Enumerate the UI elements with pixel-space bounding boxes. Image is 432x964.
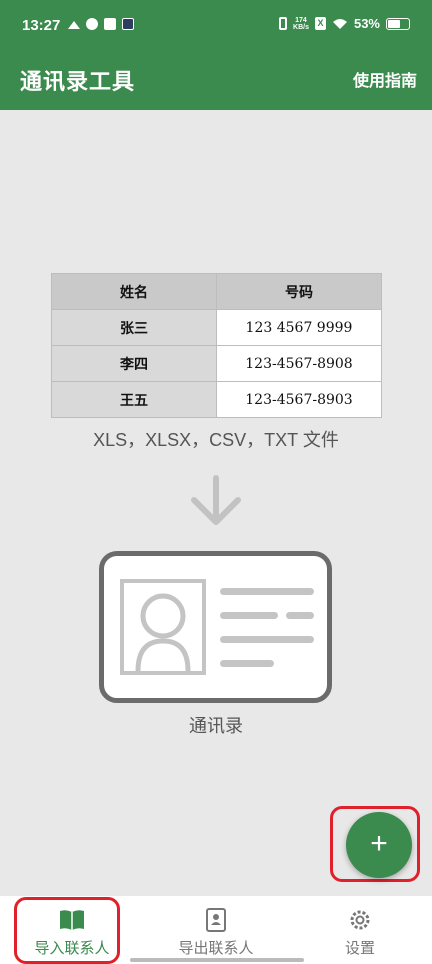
crown-icon [68,21,80,29]
nav-label: 导出联系人 [178,940,254,957]
message-icon [104,18,116,30]
battery-icon [386,17,410,30]
sample-contacts-table: 姓名 号码 张三 123 4567 9999 李四 123-4567-8908 … [51,273,382,418]
card-text-line [286,612,314,619]
wifi-icon [332,18,347,29]
add-button[interactable]: + [346,812,412,878]
home-indicator [130,958,304,962]
sim-status-icon: X [314,17,326,30]
notification-icons [68,18,134,30]
cell-phone: 123-4567-8903 [216,381,382,418]
nav-item-settings[interactable]: 设置 [288,896,432,964]
leaf-app-icon [86,18,98,30]
usage-guide-link[interactable]: 使用指南 [353,67,417,91]
column-header-name: 姓名 [51,273,217,310]
table-row: 王五 123-4567-8903 [51,381,382,418]
nav-item-export-contacts[interactable]: 导出联系人 [144,896,288,964]
page-title: 通讯录工具 [20,69,136,94]
nav-label: 设置 [344,940,375,957]
card-text-line [220,588,314,595]
cell-name: 王五 [51,381,217,418]
battery-percent: 53% [353,16,380,31]
status-bar: 13:27 174 KB/s X 53% [0,0,432,50]
person-photo-icon [120,579,206,675]
contact-book-icon [206,908,226,932]
contact-card-illustration [99,551,332,703]
arrow-down-icon [191,475,241,525]
person-icon [135,593,191,672]
net-speed: 174 KB/s [293,16,309,31]
supported-formats-caption: XLS，XLSX，CSV，TXT 文件 [93,430,339,450]
cell-phone: 123 4567 9999 [216,309,382,346]
card-text-line [220,612,278,619]
status-time: 13:27 [22,17,61,34]
status-right: 174 KB/s X 53% [279,16,410,31]
nav-highlight-outline [14,897,120,964]
cell-name: 张三 [51,309,217,346]
play-app-icon [122,18,134,30]
column-header-phone: 号码 [216,273,382,310]
cell-phone: 123-4567-8908 [216,345,382,382]
cell-name: 李四 [51,345,217,382]
table-header-row: 姓名 号码 [51,273,382,310]
table-row: 李四 123-4567-8908 [51,345,382,382]
table-row: 张三 123 4567 9999 [51,309,382,346]
contacts-caption: 通讯录 [189,716,243,736]
card-text-line [220,636,314,643]
card-text-line [220,660,274,667]
vibrate-icon [279,17,288,30]
app-header: 13:27 174 KB/s X 53% 通讯录工具 使用指南 [0,0,432,110]
gear-icon [350,910,370,930]
